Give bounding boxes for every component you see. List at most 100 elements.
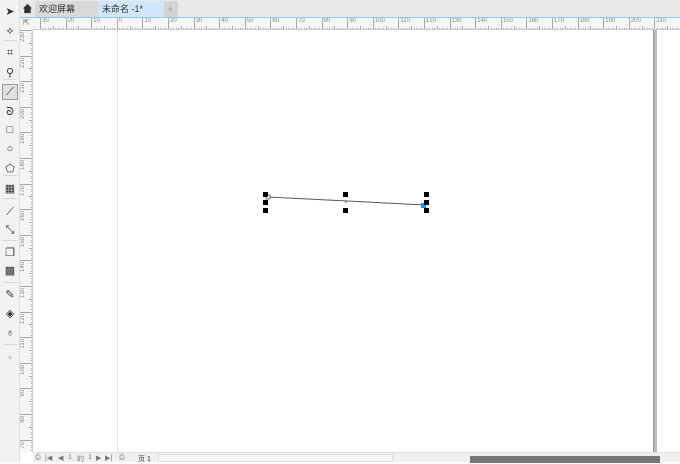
shape-tool-icon[interactable]: ⟡ xyxy=(2,23,18,39)
polygon-tool-icon[interactable]: ⬠ xyxy=(2,160,18,176)
home-icon[interactable] xyxy=(22,3,33,14)
ruler-tick xyxy=(628,18,630,29)
page-tab-area xyxy=(158,454,393,462)
page-of-label: 的 xyxy=(77,456,84,463)
selection-handle-tc[interactable] xyxy=(343,192,348,197)
ruler-label: 140 xyxy=(20,262,26,273)
rectangle-tool-icon[interactable]: □ xyxy=(2,122,18,138)
ruler-label: 190 xyxy=(605,18,616,24)
ellipse-tool-icon[interactable]: ○ xyxy=(2,141,18,157)
drop-shadow-tool-icon[interactable]: ❐ xyxy=(2,244,18,260)
ruler-label: 230 xyxy=(20,32,26,43)
toolbox-separator xyxy=(3,175,17,176)
ruler-origin[interactable]: ⇱ xyxy=(20,18,33,30)
ruler-label: 180 xyxy=(579,18,590,24)
prev-page-icon[interactable]: ◀ xyxy=(58,454,63,462)
ruler-tick xyxy=(20,439,32,441)
ruler-tick xyxy=(270,18,272,29)
add-page-after-icon[interactable]: ⎙ xyxy=(119,454,125,462)
ruler-tick xyxy=(40,18,41,29)
ruler-label: 30 xyxy=(42,18,49,24)
page-navigator: ⎙ |◀ ◀ 1 的 1 ▶ ▶| ⎙ 页 1 xyxy=(33,452,680,464)
ruler-tick xyxy=(20,286,32,287)
ruler-tick xyxy=(372,18,374,29)
first-page-icon[interactable]: |◀ xyxy=(45,454,52,462)
total-pages: 1 xyxy=(88,454,92,461)
ruler-tick xyxy=(475,18,477,29)
ruler-label: 120 xyxy=(426,18,437,24)
ruler-label: 210 xyxy=(656,18,667,24)
ruler-label: 200 xyxy=(20,108,26,119)
ruler-tick xyxy=(500,18,502,29)
ruler-label: 170 xyxy=(554,18,565,24)
tab-welcome-screen[interactable]: 欢迎屏幕 xyxy=(35,1,98,17)
ruler-tick xyxy=(91,18,93,29)
ruler-tick xyxy=(168,18,169,29)
pick-tool-icon[interactable]: ➤ xyxy=(2,3,18,19)
ruler-label: 40 xyxy=(221,18,228,24)
document-tab-bar: 欢迎屏幕 未命名 -1* + xyxy=(20,0,680,18)
ruler-tick xyxy=(244,18,246,29)
ruler-label: 0 xyxy=(118,18,123,24)
add-tool-icon[interactable]: + xyxy=(2,350,18,366)
artistic-media-tool-icon[interactable]: ᘐ xyxy=(2,104,18,120)
ruler-tick xyxy=(20,132,32,134)
tab-untitled-1[interactable]: 未命名 -1* xyxy=(98,1,164,17)
ruler-label: 180 xyxy=(20,160,26,171)
connector-tool-icon[interactable]: ⤡ xyxy=(2,222,18,238)
selection-handle-br[interactable] xyxy=(424,208,429,213)
drawing-canvas[interactable]: × xyxy=(33,30,680,452)
ruler-tick xyxy=(398,18,400,29)
last-page-icon[interactable]: ▶| xyxy=(105,454,112,462)
selection-handle-bc[interactable] xyxy=(343,208,348,213)
vertical-ruler[interactable]: 230 220 210 200 190 180 170 160 150 140 130 120 110 1… xyxy=(20,30,33,452)
ruler-tick xyxy=(296,18,297,29)
ruler-tick xyxy=(20,337,32,339)
horizontal-ruler[interactable]: 30 20 10 0 10 20 30 40 50 60 70 80 90 100 110 120 130 140… xyxy=(33,18,680,30)
ruler-label: 130 xyxy=(451,18,462,24)
ruler-label: 100 xyxy=(20,364,26,375)
line-object[interactable]: × xyxy=(33,30,680,452)
selection-handle-tr[interactable] xyxy=(424,192,429,197)
next-page-icon[interactable]: ▶ xyxy=(96,454,101,462)
selection-handle-tl[interactable] xyxy=(263,192,268,197)
crop-tool-icon[interactable]: ⌗ xyxy=(2,45,18,61)
ruler-label: 220 xyxy=(20,57,26,68)
add-page-before-icon[interactable]: ⎙ xyxy=(35,454,41,462)
smart-fill-tool-icon[interactable]: ♁ xyxy=(2,325,18,341)
ruler-tick xyxy=(219,18,221,29)
ruler-label: 170 xyxy=(20,185,26,196)
ruler-tick xyxy=(449,18,451,29)
ruler-tick xyxy=(20,209,32,211)
ruler-tick xyxy=(654,18,656,29)
parallel-dimension-tool-icon[interactable]: ⟋ xyxy=(2,204,18,220)
page-tab-1[interactable]: 页 1 xyxy=(138,454,151,464)
ruler-tick xyxy=(347,18,349,29)
ruler-label: 160 xyxy=(20,211,26,222)
transparency-tool-icon[interactable]: ▩ xyxy=(2,262,18,278)
ruler-tick xyxy=(20,183,32,185)
selection-handle-mr[interactable] xyxy=(424,200,429,205)
ruler-label: 210 xyxy=(20,83,26,94)
ruler-tick xyxy=(424,18,425,29)
ruler-tick xyxy=(65,18,67,29)
ruler-label: 110 xyxy=(20,339,26,349)
selection-handle-bl[interactable] xyxy=(263,208,268,213)
eyedropper-tool-icon[interactable]: ✎ xyxy=(2,286,18,302)
ruler-label: 190 xyxy=(20,134,26,145)
center-mark: × xyxy=(344,200,348,206)
add-tab-button[interactable]: + xyxy=(164,1,178,17)
zoom-tool-icon[interactable]: ⚲ xyxy=(2,64,18,80)
toolbox-separator xyxy=(3,40,17,41)
freehand-tool-icon[interactable]: ⟋ xyxy=(2,84,18,100)
ruler-tick xyxy=(193,18,195,29)
table-tool-icon[interactable]: ▦ xyxy=(2,180,18,196)
selection-handle-ml[interactable] xyxy=(263,200,268,205)
ruler-tick xyxy=(321,18,323,29)
ruler-tick xyxy=(577,18,579,29)
interactive-fill-tool-icon[interactable]: ◈ xyxy=(2,305,18,321)
ruler-label: 30 xyxy=(195,18,203,24)
ruler-tick xyxy=(20,260,32,262)
ruler-tick xyxy=(20,388,32,390)
toolbox-separator xyxy=(3,198,17,199)
